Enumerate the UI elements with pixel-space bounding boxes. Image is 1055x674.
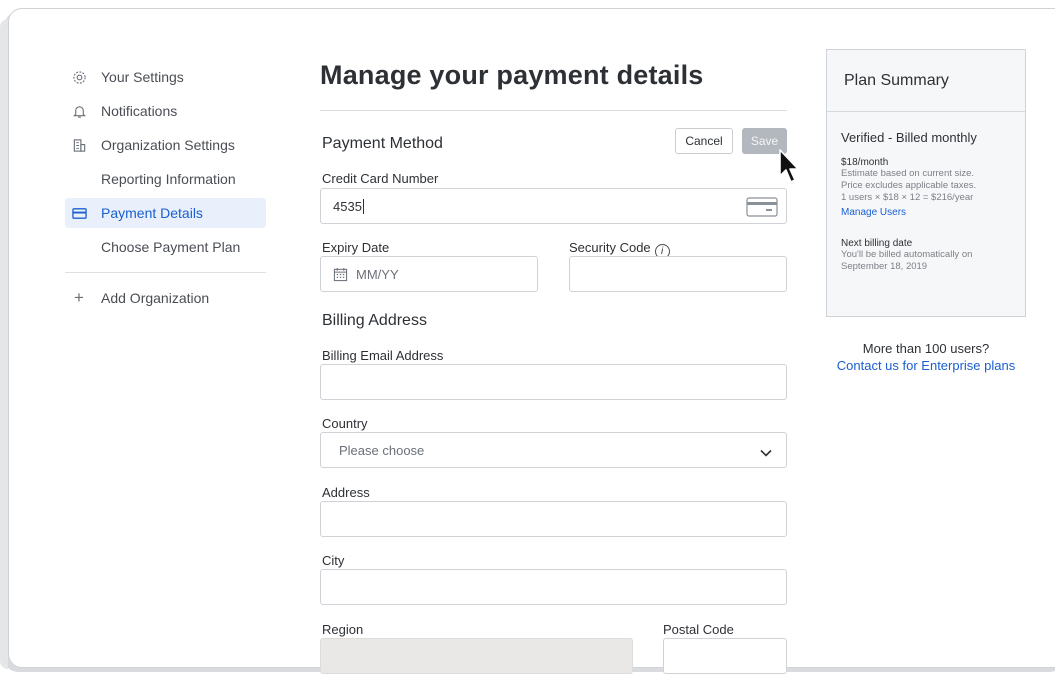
mouse-pointer-icon xyxy=(778,148,800,191)
expiry-date-label: Expiry Date xyxy=(322,240,390,255)
postal-code-input[interactable] xyxy=(663,638,787,674)
plan-summary-title: Plan Summary xyxy=(827,50,1025,112)
estimate-line-3: 1 users × $18 × 12 = $216/year xyxy=(841,192,974,203)
page-title: Manage your payment details xyxy=(320,60,704,90)
sidebar-item-label: Notifications xyxy=(101,103,178,119)
next-billing-line-2: September 18, 2019 xyxy=(841,261,928,272)
sidebar-item-payment-details[interactable]: Payment Details xyxy=(65,198,266,228)
address-label: Address xyxy=(322,485,370,500)
expiry-date-input[interactable]: MM/YY xyxy=(320,256,538,292)
payment-form: Manage your payment details Payment Meth… xyxy=(320,60,787,674)
sidebar-item-organization-settings[interactable]: Organization Settings xyxy=(65,130,266,160)
plan-price: $18/month xyxy=(841,157,889,168)
sidebar-item-label: Choose Payment Plan xyxy=(101,239,241,255)
billing-email-label: Billing Email Address xyxy=(322,348,444,363)
next-billing-line-1: You'll be billed automatically on xyxy=(841,249,973,260)
title-divider xyxy=(320,110,787,111)
expiry-placeholder: MM/YY xyxy=(356,266,399,282)
country-selected-value: Please choose xyxy=(339,442,425,458)
calendar-icon xyxy=(333,267,348,282)
plus-icon: + xyxy=(74,288,84,307)
country-select[interactable]: Please choose xyxy=(320,432,787,468)
region-select[interactable] xyxy=(320,638,633,674)
sidebar-item-notifications[interactable]: Notifications xyxy=(65,96,266,126)
add-organization-label: Add Organization xyxy=(101,290,210,306)
manage-users-link[interactable]: Manage Users xyxy=(841,207,1011,218)
postal-code-label: Postal Code xyxy=(663,622,734,637)
card-number-input[interactable]: 4535 xyxy=(320,188,787,224)
billing-address-heading: Billing Address xyxy=(322,312,427,329)
sidebar-item-label: Organization Settings xyxy=(101,137,235,153)
building-icon xyxy=(71,137,87,153)
gear-icon xyxy=(71,69,87,85)
chevron-down-icon xyxy=(760,445,772,460)
add-organization-button[interactable]: + Add Organization xyxy=(65,283,266,313)
billing-email-input[interactable] xyxy=(320,364,787,400)
next-billing-title: Next billing date xyxy=(841,238,913,249)
card-number-label: Credit Card Number xyxy=(322,171,439,186)
plan-summary-panel: Plan Summary Verified - Billed monthly $… xyxy=(826,49,1026,317)
security-code-input[interactable] xyxy=(569,256,787,292)
estimate-line-2: Price excludes applicable taxes. xyxy=(841,180,977,191)
sidebar-item-choose-payment-plan[interactable]: Choose Payment Plan xyxy=(65,232,266,262)
enterprise-text: More than 100 users? xyxy=(862,341,990,356)
card-number-value: 4535 xyxy=(333,198,362,214)
payment-method-heading: Payment Method xyxy=(322,135,443,152)
sidebar-item-reporting-information[interactable]: Reporting Information xyxy=(65,164,266,194)
address-input[interactable] xyxy=(320,501,787,537)
sidebar-divider xyxy=(65,272,266,273)
city-input[interactable] xyxy=(320,569,787,605)
sidebar-item-label: Your Settings xyxy=(101,69,184,85)
credit-card-icon xyxy=(746,197,778,220)
bell-icon xyxy=(71,103,87,119)
enterprise-callout: More than 100 users? Contact us for Ente… xyxy=(826,340,1026,374)
city-label: City xyxy=(322,553,345,568)
enterprise-contact-link[interactable]: Contact us for Enterprise plans xyxy=(826,357,1026,374)
cancel-button[interactable]: Cancel xyxy=(675,128,733,154)
sidebar-item-your-settings[interactable]: Your Settings xyxy=(65,62,266,92)
country-label: Country xyxy=(322,416,368,431)
sidebar-item-label: Payment Details xyxy=(101,205,203,221)
settings-sidebar: Your Settings Notifications Organization… xyxy=(65,62,266,317)
sidebar-item-label: Reporting Information xyxy=(101,171,236,187)
plan-name: Verified - Billed monthly xyxy=(841,130,977,145)
estimate-line-1: Estimate based on current size. xyxy=(841,168,975,179)
credit-card-icon xyxy=(71,205,87,221)
region-label: Region xyxy=(322,622,364,637)
